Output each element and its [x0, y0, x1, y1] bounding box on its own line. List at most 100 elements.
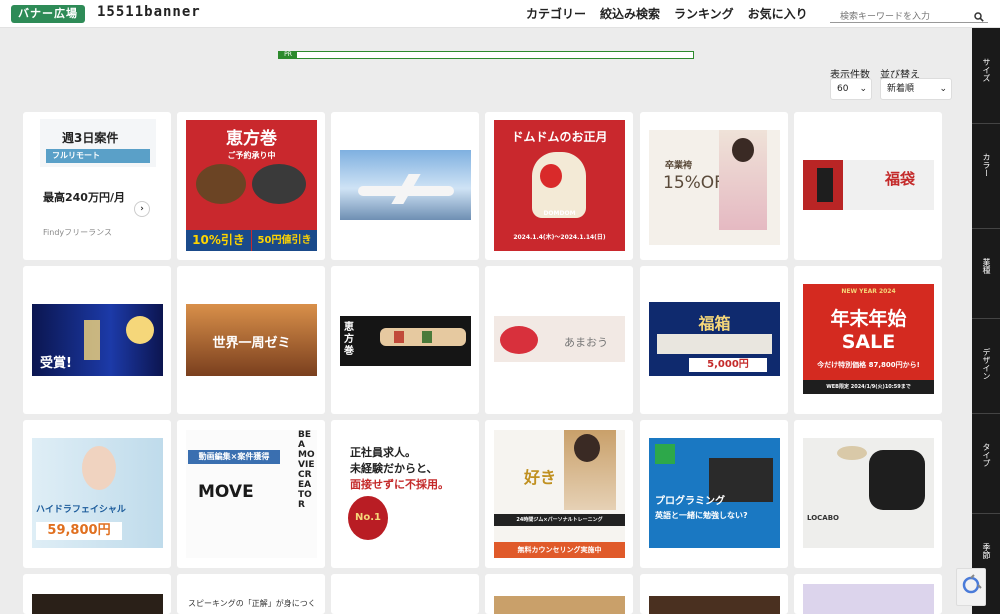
banner-image[interactable]: スピーキングの「正解」が身につく: [186, 594, 317, 614]
banner-image[interactable]: ドムドムのお正月 DOMDOM 2024.1.4(木)～2024.1.14(日): [494, 120, 625, 251]
banner-card[interactable]: [331, 574, 479, 614]
banner-image[interactable]: あまおう: [494, 316, 625, 362]
sidebar-tab-type[interactable]: タイプ: [972, 443, 1000, 467]
banner-subtitle: 今だけ特別価格 87,800円から!: [817, 361, 920, 369]
banner-card[interactable]: スピーキングの「正解」が身につく: [177, 574, 325, 614]
banner-card[interactable]: 福袋: [794, 112, 942, 260]
banner-badge: No.1: [348, 496, 388, 540]
sort-value: 新着順: [887, 84, 915, 94]
banner-title: 正社員求人。: [350, 446, 416, 459]
banner-card[interactable]: [23, 574, 171, 614]
pr-bar[interactable]: PR: [278, 51, 694, 59]
sort-select[interactable]: 新着順 ⌄: [880, 78, 952, 100]
banner-title: 受賞!: [40, 356, 72, 371]
chevron-down-icon: ⌄: [859, 84, 867, 94]
banner-card[interactable]: LOCABO: [794, 420, 942, 568]
banner-title: スピーキングの「正解」が身につく: [188, 599, 316, 608]
search-box: [830, 4, 988, 26]
chevron-right-icon[interactable]: ›: [134, 201, 150, 217]
banner-price: 59,800円: [36, 522, 122, 540]
ad-banner[interactable]: 週3日案件 フルリモート 最高240万円/月 › Findyフリーランス: [40, 119, 156, 239]
banner-discount: 50円値引き: [252, 230, 317, 251]
banner-image[interactable]: 福箱 5,000円: [649, 302, 780, 376]
search-icon[interactable]: [974, 7, 984, 26]
nav-favorites[interactable]: お気に入り: [748, 5, 808, 22]
banner-image[interactable]: 好き 24時間ジム×パーソナルトレーニング 無料カウンセリング実施中: [494, 430, 625, 558]
banner-date: 2024.1.4(木)～2024.1.14(日): [513, 234, 606, 241]
banner-title: プログラミング: [655, 496, 725, 507]
banner-card[interactable]: 世界一周ゼミ: [177, 266, 325, 414]
banner-image[interactable]: [340, 150, 471, 220]
banner-card[interactable]: 週3日案件 フルリモート 最高240万円/月 › Findyフリーランス: [23, 112, 171, 260]
banner-image[interactable]: NEW YEAR 2024 年末年始 SALE 今だけ特別価格 87,800円か…: [803, 284, 934, 394]
banner-card[interactable]: 卒業袴 15%OFF: [640, 112, 788, 260]
sidebar-tab-size[interactable]: サイズ: [972, 58, 1000, 82]
sidebar-tab-industry[interactable]: 業種: [972, 258, 1000, 274]
banner-image[interactable]: 正社員求人。 未経験だからと、 面接せずに不採用。 No.1: [340, 438, 471, 548]
banner-card[interactable]: ハイドラフェイシャル 59,800円: [23, 420, 171, 568]
banner-image[interactable]: [32, 594, 163, 614]
banner-image[interactable]: 受賞!: [32, 304, 163, 376]
banner-title: 世界一周ゼミ: [212, 336, 291, 351]
banner-title: 年末年始 SALE: [830, 308, 907, 353]
banner-image[interactable]: [649, 596, 780, 614]
nav-ranking[interactable]: ランキング: [674, 5, 734, 22]
banner-card[interactable]: NEW YEAR 2024 年末年始 SALE 今だけ特別価格 87,800円か…: [794, 266, 942, 414]
site-name[interactable]: 15511banner: [97, 4, 201, 20]
banner-date: WEB限定 2024/1/9(火)10:59まで: [803, 380, 934, 394]
banner-card[interactable]: プログラミング 英語と一緒に勉強しない?: [640, 420, 788, 568]
site-header: バナー広場 15511banner カテゴリー 絞込み検索 ランキング お気に入…: [0, 0, 1000, 28]
banner-card[interactable]: 好き 24時間ジム×パーソナルトレーニング 無料カウンセリング実施中: [485, 420, 633, 568]
sidebar-divider: [972, 513, 1000, 514]
banner-cta: 無料カウンセリング実施中: [494, 542, 625, 558]
banner-card[interactable]: 受賞!: [23, 266, 171, 414]
banner-title: 福箱: [698, 314, 731, 333]
banner-title: あまおう: [564, 336, 608, 349]
banner-title: 福袋: [885, 170, 916, 188]
ad-salary-text: 最高240万円/月: [43, 191, 125, 204]
count-select[interactable]: 60 ⌄: [830, 78, 872, 100]
banner-price: 5,000円: [689, 358, 767, 372]
banner-image[interactable]: 福袋: [803, 160, 934, 210]
banner-title: 好き: [524, 468, 557, 487]
sidebar-tab-color[interactable]: カラー: [972, 153, 1000, 177]
search-input[interactable]: [830, 8, 960, 26]
banner-image[interactable]: [494, 596, 625, 614]
banner-card[interactable]: 正社員求人。 未経験だからと、 面接せずに不採用。 No.1: [331, 420, 479, 568]
banner-card[interactable]: ドムドムのお正月 DOMDOM 2024.1.4(木)～2024.1.14(日): [485, 112, 633, 260]
sidebar-divider: [972, 123, 1000, 124]
count-value: 60: [837, 84, 849, 94]
banner-card[interactable]: 動画編集×案件獲得 MOVE BE A MOVIE CREATOR: [177, 420, 325, 568]
banner-image[interactable]: 恵方巻: [340, 316, 471, 366]
banner-card[interactable]: 福箱 5,000円: [640, 266, 788, 414]
site-logo[interactable]: バナー広場: [11, 5, 85, 23]
banner-card[interactable]: 恵方巻 ご予約承り中 10%引き 50円値引き: [177, 112, 325, 260]
banner-image[interactable]: ハイドラフェイシャル 59,800円: [32, 438, 163, 548]
banner-image[interactable]: 恵方巻 ご予約承り中 10%引き 50円値引き: [186, 120, 317, 251]
banner-image[interactable]: LOCABO: [803, 438, 934, 548]
banner-card[interactable]: [331, 112, 479, 260]
banner-image[interactable]: プログラミング 英語と一緒に勉強しない?: [649, 438, 780, 548]
banner-image[interactable]: 動画編集×案件獲得 MOVE BE A MOVIE CREATOR: [186, 430, 317, 558]
banner-vertical-text: BE A MOVIE CREATOR: [298, 430, 315, 510]
ad-brand-text: Findyフリーランス: [43, 228, 112, 237]
banner-card[interactable]: [485, 574, 633, 614]
banner-image[interactable]: [803, 584, 934, 614]
banner-card[interactable]: [640, 574, 788, 614]
banner-card[interactable]: あまおう: [485, 266, 633, 414]
nav-filter-search[interactable]: 絞込み検索: [600, 5, 660, 22]
sidebar-divider: [972, 413, 1000, 414]
banner-image[interactable]: 世界一周ゼミ: [186, 304, 317, 376]
banner-subtitle: 24時間ジム×パーソナルトレーニング: [494, 514, 625, 526]
sidebar-tab-season[interactable]: 季節: [972, 543, 1000, 559]
banner-subtitle: NEW YEAR 2024: [841, 288, 896, 295]
sidebar-tab-design[interactable]: デザイン: [972, 348, 1000, 380]
banner-discount: 15%OFF: [663, 173, 734, 193]
banner-title: MOVE: [198, 482, 254, 502]
recaptcha-badge[interactable]: [956, 568, 986, 606]
nav-category[interactable]: カテゴリー: [526, 5, 586, 22]
banner-card[interactable]: [794, 574, 942, 614]
banner-image[interactable]: 卒業袴 15%OFF: [649, 130, 780, 245]
banner-discount: 10%引き: [186, 230, 251, 251]
banner-card[interactable]: 恵方巻: [331, 266, 479, 414]
